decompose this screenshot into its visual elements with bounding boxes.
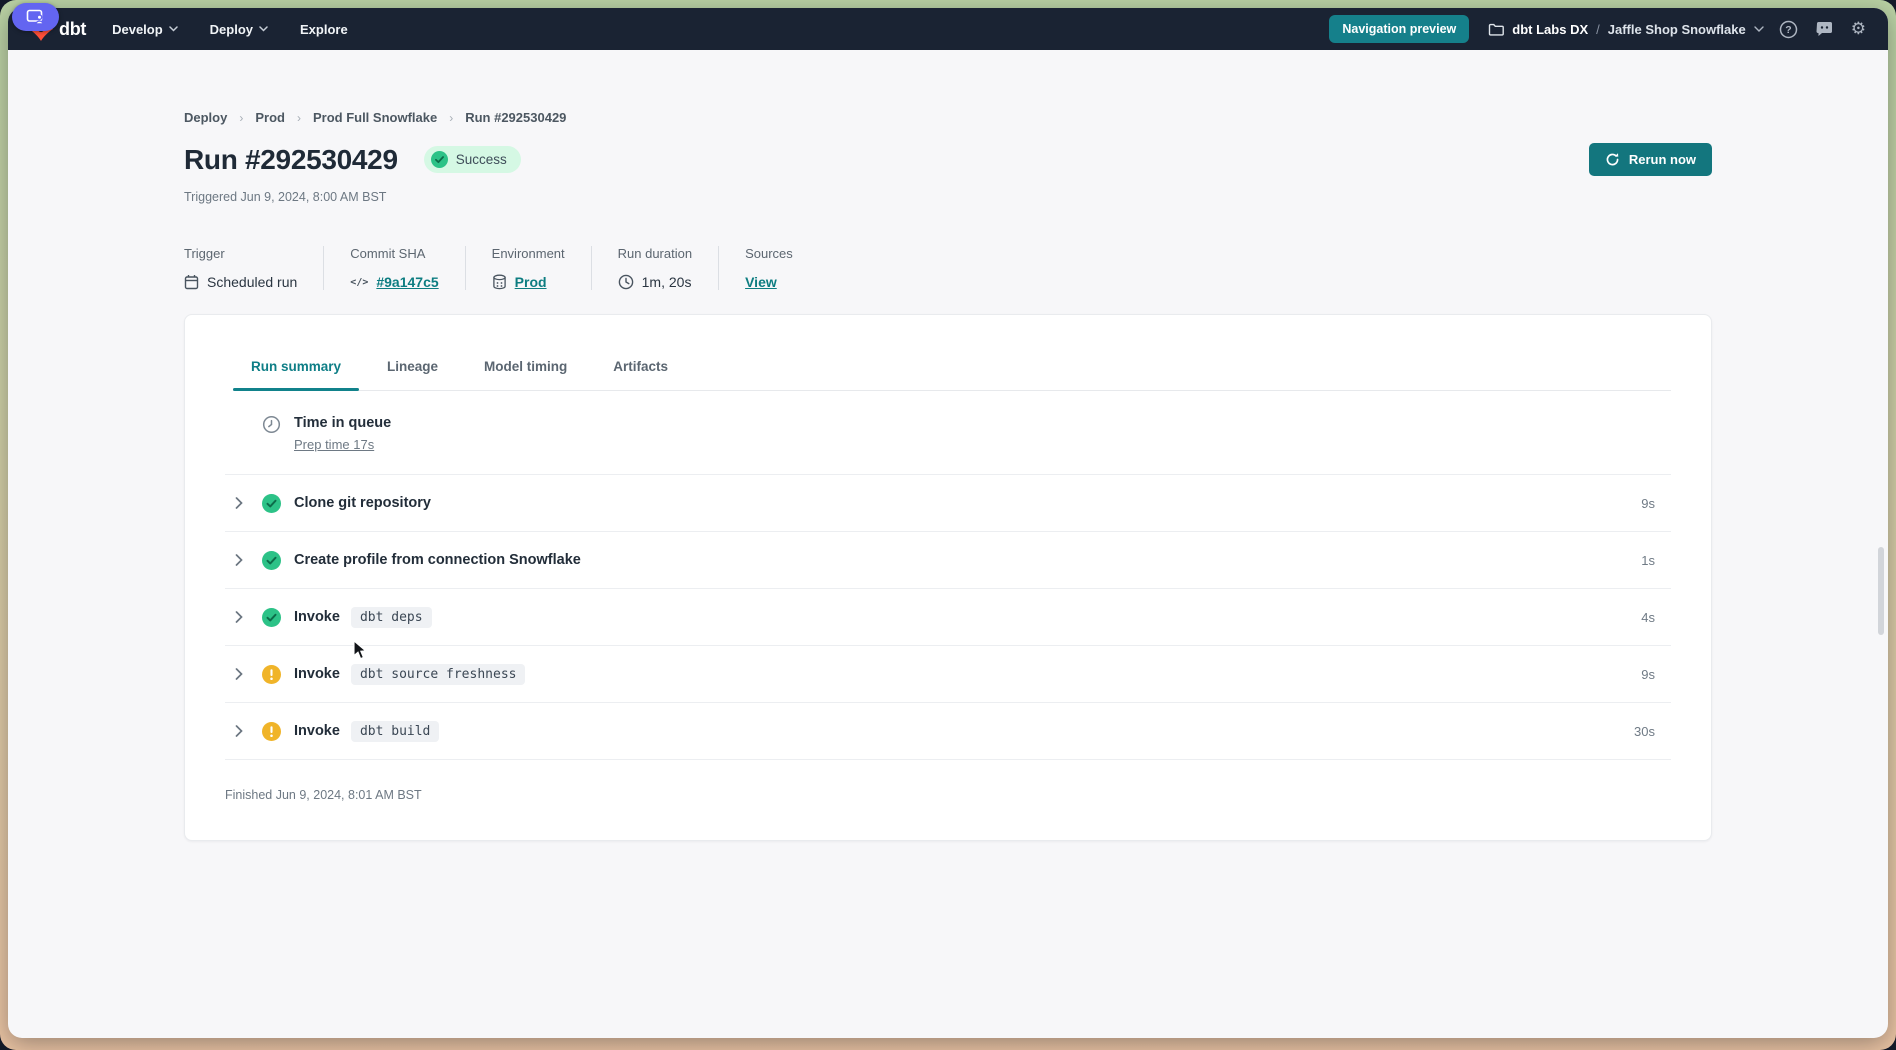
meta-trigger: Trigger Scheduled run bbox=[184, 246, 324, 290]
tab-model-timing[interactable]: Model timing bbox=[466, 349, 585, 390]
step-duration: 1s bbox=[1641, 553, 1655, 568]
tab-sharing-indicator[interactable] bbox=[12, 3, 59, 31]
breadcrumb-separator: › bbox=[449, 111, 453, 125]
triggered-timestamp: Triggered Jun 9, 2024, 8:00 AM BST bbox=[184, 190, 1712, 204]
chevron-right-icon[interactable] bbox=[235, 497, 253, 509]
feedback-icon bbox=[1815, 21, 1834, 38]
success-check-icon bbox=[431, 151, 448, 168]
step-label: Invoke bbox=[294, 609, 340, 625]
chevron-down-icon bbox=[1754, 26, 1764, 32]
queue-clock-icon bbox=[262, 415, 282, 434]
meta-commit-sha: Commit SHA </> #9a147c5 bbox=[350, 246, 465, 290]
step-clone-git-repository[interactable]: Clone git repository 9s bbox=[225, 475, 1671, 532]
step-command: dbt deps bbox=[351, 607, 432, 628]
feedback-button[interactable] bbox=[1813, 19, 1836, 40]
breadcrumb: Deploy › Prod › Prod Full Snowflake › Ru… bbox=[184, 50, 1712, 125]
chevron-right-icon[interactable] bbox=[235, 668, 253, 680]
finished-timestamp: Finished Jun 9, 2024, 8:01 AM BST bbox=[225, 760, 1671, 840]
meta-sources: Sources View bbox=[745, 246, 819, 290]
step-duration: 9s bbox=[1641, 496, 1655, 511]
account-name: dbt Labs DX bbox=[1512, 22, 1588, 37]
queue-title: Time in queue bbox=[294, 415, 391, 431]
gear-icon: ⚙ bbox=[1851, 21, 1866, 38]
prep-time-link[interactable]: Prep time 17s bbox=[294, 437, 374, 452]
success-icon bbox=[262, 551, 282, 570]
chevron-right-icon[interactable] bbox=[235, 611, 253, 623]
chevron-right-icon[interactable] bbox=[235, 554, 253, 566]
tab-run-summary[interactable]: Run summary bbox=[233, 349, 359, 390]
help-button[interactable]: ? bbox=[1777, 18, 1800, 41]
environment-link[interactable]: Prod bbox=[515, 274, 547, 290]
calendar-icon bbox=[184, 274, 199, 290]
rerun-now-button[interactable]: Rerun now bbox=[1589, 143, 1712, 176]
refresh-icon bbox=[1605, 152, 1620, 167]
step-create-profile[interactable]: Create profile from connection Snowflake… bbox=[225, 532, 1671, 589]
step-label: Invoke bbox=[294, 723, 340, 739]
step-duration: 9s bbox=[1641, 667, 1655, 682]
folder-icon bbox=[1488, 22, 1504, 37]
tab-bar: Run summary Lineage Model timing Artifac… bbox=[233, 315, 1671, 391]
sources-view-link[interactable]: View bbox=[745, 274, 777, 290]
navbar-right: Navigation preview dbt Labs DX / Jaffle … bbox=[1329, 15, 1868, 43]
chevron-right-icon[interactable] bbox=[235, 725, 253, 737]
help-icon: ? bbox=[1779, 20, 1798, 39]
breadcrumb-current-run: Run #292530429 bbox=[465, 110, 566, 125]
project-name: Jaffle Shop Snowflake bbox=[1608, 22, 1746, 37]
step-invoke-dbt-source-freshness[interactable]: Invoke dbt source freshness 9s bbox=[225, 646, 1671, 703]
brand-wordmark: dbt bbox=[59, 19, 86, 40]
database-icon bbox=[492, 274, 507, 290]
app-window: dbt Develop Deploy Explore Navigation pr… bbox=[8, 8, 1888, 1038]
menu-deploy[interactable]: Deploy bbox=[210, 22, 268, 37]
step-duration: 4s bbox=[1641, 610, 1655, 625]
page-title: Run #292530429 bbox=[184, 144, 398, 176]
warning-icon bbox=[262, 722, 282, 741]
top-navbar: dbt Develop Deploy Explore Navigation pr… bbox=[8, 8, 1888, 50]
step-invoke-dbt-deps[interactable]: Invoke dbt deps 4s bbox=[225, 589, 1671, 646]
run-summary-card: Run summary Lineage Model timing Artifac… bbox=[184, 314, 1712, 841]
main-menu: Develop Deploy Explore bbox=[112, 22, 348, 37]
step-duration: 30s bbox=[1634, 724, 1655, 739]
breadcrumb-separator: › bbox=[297, 111, 301, 125]
warning-icon bbox=[262, 665, 282, 684]
tab-lineage[interactable]: Lineage bbox=[369, 349, 456, 390]
scrollbar-thumb[interactable] bbox=[1878, 547, 1884, 635]
breadcrumb-job[interactable]: Prod Full Snowflake bbox=[313, 110, 437, 125]
navigation-preview-button[interactable]: Navigation preview bbox=[1329, 15, 1469, 43]
meta-environment: Environment Prod bbox=[492, 246, 592, 290]
context-separator: / bbox=[1596, 22, 1600, 37]
screen-share-icon bbox=[26, 9, 46, 25]
menu-develop[interactable]: Develop bbox=[112, 22, 178, 37]
step-command: dbt source freshness bbox=[351, 664, 526, 685]
run-duration-value: 1m, 20s bbox=[642, 274, 692, 290]
clock-icon bbox=[618, 274, 634, 290]
step-command: dbt build bbox=[351, 721, 439, 742]
settings-button[interactable]: ⚙ bbox=[1849, 19, 1868, 40]
step-invoke-dbt-build[interactable]: Invoke dbt build 30s bbox=[225, 703, 1671, 760]
success-icon bbox=[262, 494, 282, 513]
run-metadata: Trigger Scheduled run Commit SHA bbox=[184, 246, 1712, 290]
chevron-down-icon bbox=[259, 26, 268, 32]
chevron-down-icon bbox=[169, 26, 178, 32]
title-row: Run #292530429 Success Rerun now bbox=[184, 143, 1712, 176]
page-body: Deploy › Prod › Prod Full Snowflake › Ru… bbox=[8, 50, 1888, 1038]
menu-explore[interactable]: Explore bbox=[300, 22, 348, 37]
breadcrumb-prod[interactable]: Prod bbox=[255, 110, 285, 125]
time-in-queue-row: Time in queue Prep time 17s bbox=[225, 391, 1671, 475]
breadcrumb-deploy[interactable]: Deploy bbox=[184, 110, 227, 125]
success-icon bbox=[262, 608, 282, 627]
svg-text:?: ? bbox=[1785, 24, 1791, 36]
code-icon: </> bbox=[350, 277, 368, 288]
commit-sha-link[interactable]: #9a147c5 bbox=[376, 274, 438, 290]
step-label: Create profile from connection Snowflake bbox=[294, 552, 581, 568]
meta-run-duration: Run duration 1m, 20s bbox=[618, 246, 719, 290]
project-selector[interactable]: dbt Labs DX / Jaffle Shop Snowflake bbox=[1488, 22, 1763, 37]
tab-artifacts[interactable]: Artifacts bbox=[595, 349, 686, 390]
step-label: Invoke bbox=[294, 666, 340, 682]
breadcrumb-separator: › bbox=[239, 111, 243, 125]
step-label: Clone git repository bbox=[294, 495, 431, 511]
trigger-value: Scheduled run bbox=[207, 274, 297, 290]
status-badge: Success bbox=[424, 146, 521, 173]
status-label: Success bbox=[456, 152, 507, 167]
